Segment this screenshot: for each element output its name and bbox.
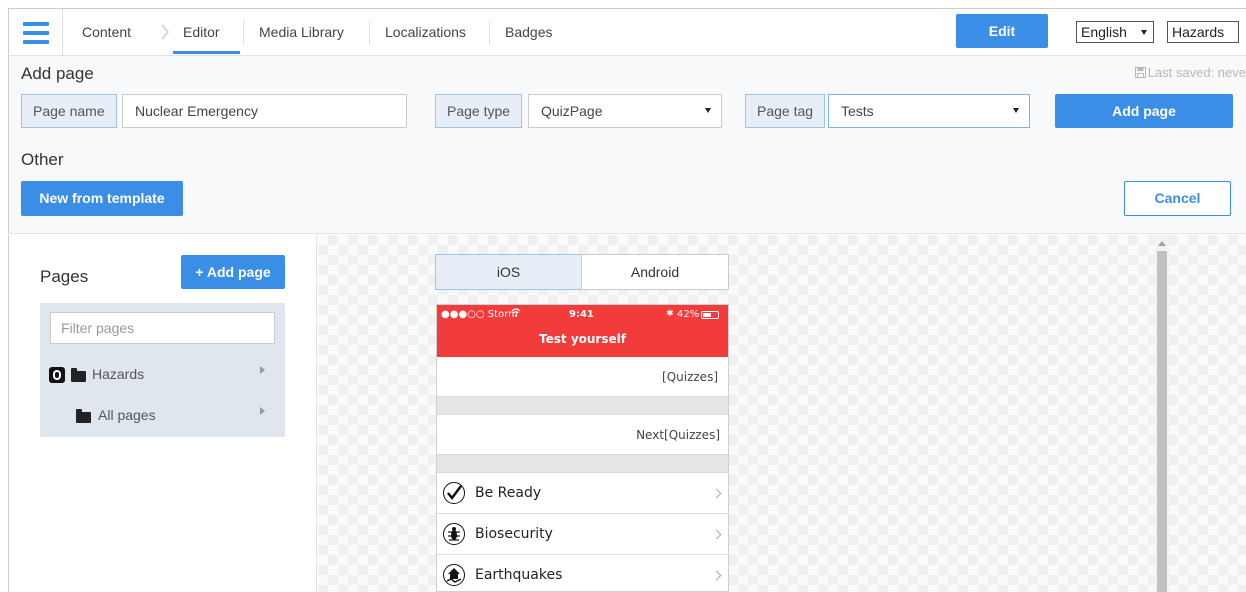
status-time: 9:41	[569, 309, 594, 320]
expand-arrow-icon[interactable]	[260, 407, 265, 415]
active-tab-indicator	[173, 51, 240, 54]
section-gap	[437, 397, 728, 415]
chevron-right-icon	[711, 529, 722, 540]
status-carrier: ●●●○○ Storm	[441, 309, 518, 320]
next-quizzes-label: Next[Quizzes]	[636, 428, 720, 442]
nav-localizations[interactable]: Localizations	[385, 9, 466, 56]
last-saved-status: Last saved: neve	[1134, 65, 1246, 80]
folder-icon	[71, 368, 86, 382]
save-icon	[1134, 67, 1146, 78]
bluetooth-icon: ✱	[666, 309, 674, 319]
list-item[interactable]: Be Ready	[437, 473, 728, 514]
quizzes-row[interactable]: [Quizzes]	[437, 357, 728, 397]
page-tag-label: Page tag	[745, 94, 826, 128]
sidebar-add-page-button[interactable]: + Add page	[181, 255, 285, 289]
chevron-right-icon	[711, 488, 722, 499]
app-badge-icon	[49, 367, 65, 383]
next-quizzes-row[interactable]: Next[Quizzes]	[437, 415, 728, 455]
scroll-thumb[interactable]	[1157, 251, 1167, 592]
list-item-label: Biosecurity	[475, 526, 553, 542]
page-name-label: Page name	[21, 94, 117, 128]
list-item-label: Earthquakes	[475, 567, 563, 583]
page-type-label: Page type	[435, 94, 523, 128]
scroll-up-arrow-icon[interactable]	[1158, 241, 1166, 246]
preview-canvas: iOS Android ●●●○○ Storm 9:41 ✱ 42% Test …	[318, 235, 1246, 592]
page-type-select[interactable]: QuizPage	[528, 94, 722, 128]
nav-badges[interactable]: Badges	[505, 9, 552, 56]
add-page-title: Add page	[21, 64, 94, 83]
page-name-input[interactable]: Nuclear Emergency	[122, 94, 407, 128]
earthquake-icon	[443, 564, 465, 586]
breadcrumb-chevron-icon	[161, 24, 169, 40]
folder-icon	[76, 409, 91, 423]
edit-button[interactable]: Edit	[956, 14, 1048, 48]
preview-scrollbar[interactable]	[1155, 235, 1169, 592]
pages-title: Pages	[40, 267, 89, 286]
list-item[interactable]: Biosecurity	[437, 514, 728, 555]
tab-android[interactable]: Android	[581, 254, 729, 290]
other-title: Other	[21, 150, 64, 169]
page-tag-select[interactable]: Tests	[828, 94, 1030, 128]
page-tag-value: Tests	[841, 103, 874, 119]
new-from-template-button[interactable]: New from template	[21, 181, 183, 216]
list-item[interactable]: Earthquakes	[437, 555, 728, 591]
tree-item-all-pages[interactable]: All pages	[98, 404, 156, 426]
nav-content[interactable]: Content	[82, 9, 131, 56]
list-item-label: Be Ready	[475, 485, 542, 501]
page-type-value: QuizPage	[541, 103, 603, 119]
editor-workspace: Pages + Add page Filter pages Hazards Al…	[8, 235, 1246, 592]
check-icon	[443, 482, 465, 504]
add-page-panel: Add page Last saved: neve Page name Nucl…	[8, 56, 1246, 234]
bug-icon	[443, 523, 465, 545]
app-select[interactable]: Hazards	[1167, 21, 1239, 43]
battery-icon	[701, 311, 719, 319]
section-gap	[437, 455, 728, 473]
quizzes-row-label: [Quizzes]	[662, 370, 718, 384]
platform-tabs: iOS Android	[435, 254, 729, 290]
last-saved-text: Last saved: neve	[1147, 65, 1246, 80]
filter-pages-input[interactable]: Filter pages	[50, 312, 275, 344]
caret-down-icon	[1013, 108, 1019, 113]
tree-item-hazards[interactable]: Hazards	[92, 363, 144, 385]
phone-preview: ●●●○○ Storm 9:41 ✱ 42% Test yourself [Qu…	[436, 304, 729, 592]
tab-ios[interactable]: iOS	[435, 254, 582, 290]
phone-header: ●●●○○ Storm 9:41 ✱ 42% Test yourself	[437, 305, 728, 357]
app-value: Hazards	[1172, 24, 1225, 40]
language-value: English	[1081, 24, 1127, 40]
nav-media-library[interactable]: Media Library	[259, 9, 344, 56]
chevron-right-icon	[711, 570, 722, 581]
nav-editor[interactable]: Editor	[183, 9, 220, 56]
pages-sidebar: Pages + Add page Filter pages Hazards Al…	[9, 235, 317, 592]
phone-screen-title: Test yourself	[539, 332, 626, 346]
wifi-icon	[511, 308, 521, 317]
hamburger-menu-icon[interactable]	[9, 9, 63, 56]
caret-down-icon	[1141, 30, 1147, 35]
language-select[interactable]: English	[1076, 21, 1154, 43]
status-battery: 42%	[677, 309, 700, 320]
top-navigation: Content Editor Media Library Localizatio…	[8, 8, 1246, 56]
caret-down-icon	[705, 108, 711, 113]
add-page-submit-button[interactable]: Add page	[1055, 94, 1233, 128]
pages-tree-panel: Filter pages Hazards All pages	[40, 303, 285, 437]
expand-arrow-icon[interactable]	[260, 366, 265, 374]
cancel-button[interactable]: Cancel	[1124, 181, 1231, 216]
